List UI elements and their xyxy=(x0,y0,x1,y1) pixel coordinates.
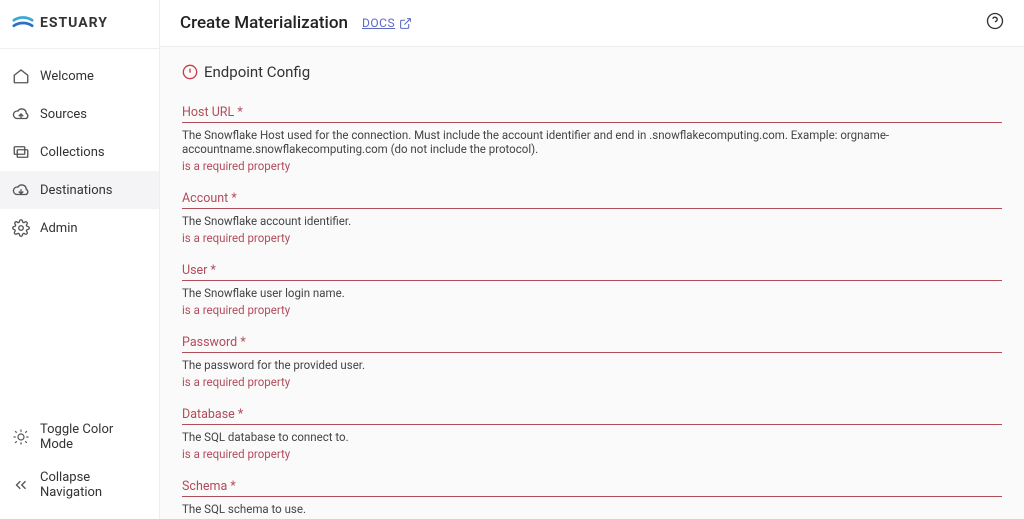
sidebar-item-label: Collections xyxy=(40,145,105,160)
field-schema: Schema * The SQL schema to use. is a req… xyxy=(182,479,1002,519)
section-title: Endpoint Config xyxy=(204,63,310,81)
field-error: is a required property xyxy=(182,231,1002,245)
sidebar-item-label: Destinations xyxy=(40,183,113,198)
section-header: Endpoint Config xyxy=(182,63,1002,81)
sun-icon xyxy=(12,428,30,446)
content: Endpoint Config Host URL * The Snowflake… xyxy=(160,47,1024,519)
help-button[interactable] xyxy=(986,12,1004,34)
field-desc: The SQL database to connect to. xyxy=(182,430,1002,444)
field-desc: The Snowflake Host used for the connecti… xyxy=(182,128,1002,156)
logo: ESTUARY xyxy=(0,0,159,49)
field-input-line[interactable] xyxy=(182,122,1002,123)
sidebar-item-label: Sources xyxy=(40,107,87,122)
footer-item-label: Toggle Color Mode xyxy=(40,422,147,452)
field-host-url: Host URL * The Snowflake Host used for t… xyxy=(182,105,1002,173)
field-input-line[interactable] xyxy=(182,496,1002,497)
logo-text: ESTUARY xyxy=(40,15,108,31)
chevrons-left-icon xyxy=(12,476,30,494)
field-desc: The SQL schema to use. xyxy=(182,502,1002,516)
field-error: is a required property xyxy=(182,303,1002,317)
nav: Welcome Sources Collections Destinations… xyxy=(0,49,159,413)
main: Create Materialization DOCS Endpoint Con… xyxy=(160,0,1024,519)
sidebar-item-collections[interactable]: Collections xyxy=(0,133,159,171)
cloud-download-icon xyxy=(12,181,30,199)
sidebar-footer: Toggle Color Mode Collapse Navigation xyxy=(0,413,159,519)
collapse-navigation[interactable]: Collapse Navigation xyxy=(0,461,159,509)
sidebar-item-label: Admin xyxy=(40,221,78,236)
field-input-line[interactable] xyxy=(182,424,1002,425)
sidebar-item-admin[interactable]: Admin xyxy=(0,209,159,247)
field-label: Database * xyxy=(182,407,1002,422)
field-password: Password * The password for the provided… xyxy=(182,335,1002,389)
sidebar-item-welcome[interactable]: Welcome xyxy=(0,57,159,95)
topbar: Create Materialization DOCS xyxy=(160,0,1024,47)
field-database: Database * The SQL database to connect t… xyxy=(182,407,1002,461)
field-input-line[interactable] xyxy=(182,352,1002,353)
sidebar-item-label: Welcome xyxy=(40,69,94,84)
field-label: Account * xyxy=(182,191,1002,206)
field-label: User * xyxy=(182,263,1002,278)
field-error: is a required property xyxy=(182,447,1002,461)
logo-icon xyxy=(12,12,34,34)
field-error: is a required property xyxy=(182,375,1002,389)
docs-label: DOCS xyxy=(362,16,395,30)
home-icon xyxy=(12,67,30,85)
warning-icon xyxy=(182,64,198,80)
gear-icon xyxy=(12,219,30,237)
field-label: Host URL * xyxy=(182,105,1002,120)
field-desc: The Snowflake account identifier. xyxy=(182,214,1002,228)
field-desc: The Snowflake user login name. xyxy=(182,286,1002,300)
toggle-color-mode[interactable]: Toggle Color Mode xyxy=(0,413,159,461)
help-icon xyxy=(986,12,1004,30)
footer-item-label: Collapse Navigation xyxy=(40,470,147,500)
field-input-line[interactable] xyxy=(182,280,1002,281)
field-account: Account * The Snowflake account identifi… xyxy=(182,191,1002,245)
sidebar-item-destinations[interactable]: Destinations xyxy=(0,171,159,209)
field-error: is a required property xyxy=(182,159,1002,173)
field-label: Schema * xyxy=(182,479,1002,494)
field-desc: The password for the provided user. xyxy=(182,358,1002,372)
sidebar: ESTUARY Welcome Sources Collections Dest… xyxy=(0,0,160,519)
field-label: Password * xyxy=(182,335,1002,350)
field-user: User * The Snowflake user login name. is… xyxy=(182,263,1002,317)
external-link-icon xyxy=(399,17,412,30)
page-title: Create Materialization xyxy=(180,13,348,33)
sidebar-item-sources[interactable]: Sources xyxy=(0,95,159,133)
docs-link[interactable]: DOCS xyxy=(362,16,412,30)
field-input-line[interactable] xyxy=(182,208,1002,209)
cloud-upload-icon xyxy=(12,105,30,123)
collections-icon xyxy=(12,143,30,161)
